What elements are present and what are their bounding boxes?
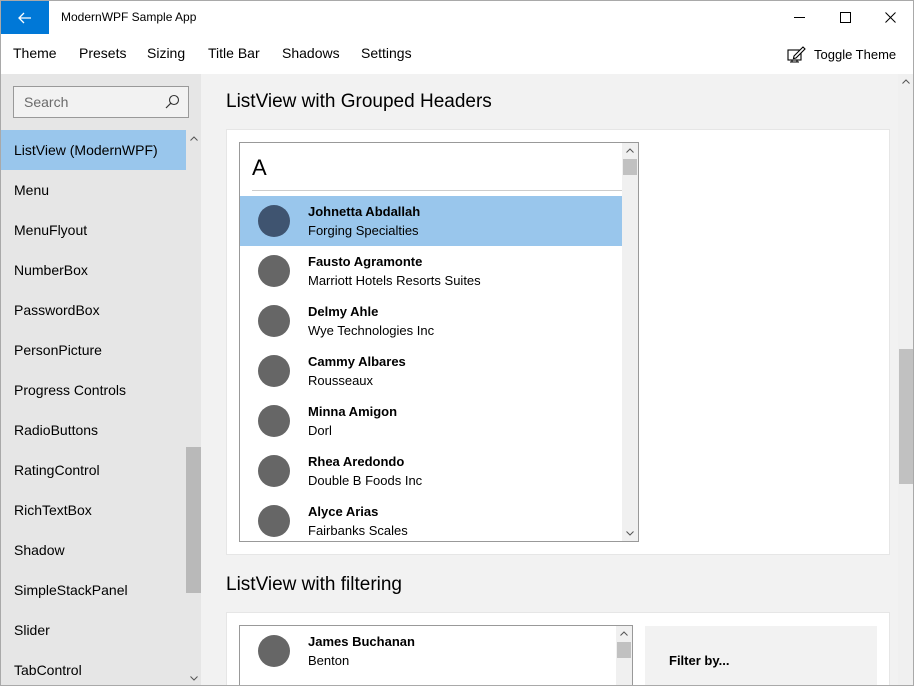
minimize-icon bbox=[793, 17, 805, 18]
list-item[interactable]: Johnetta Abdallah Forging Specialties bbox=[240, 196, 622, 246]
listview-scroll-thumb[interactable] bbox=[623, 159, 637, 175]
filter-section-card: James Buchanan Benton Filter by... bbox=[226, 612, 890, 685]
avatar bbox=[258, 505, 290, 537]
toggle-theme-label: Toggle Theme bbox=[814, 46, 897, 62]
chevron-up-icon[interactable] bbox=[189, 134, 199, 144]
person-name: Johnetta Abdallah bbox=[308, 204, 421, 219]
sidebar-item-slider[interactable]: Slider bbox=[1, 610, 186, 650]
chevron-down-icon[interactable] bbox=[625, 528, 635, 538]
sidebar-item-simplestackpanel[interactable]: SimpleStackPanel bbox=[1, 570, 186, 610]
person-company: Wye Technologies Inc bbox=[308, 323, 435, 338]
sidebar-item-radiobuttons[interactable]: RadioButtons bbox=[1, 410, 186, 450]
filter-listview[interactable]: James Buchanan Benton bbox=[239, 625, 633, 685]
person-company: Benton bbox=[308, 653, 350, 668]
toggle-theme-button[interactable]: Toggle Theme bbox=[787, 44, 896, 64]
menu-title-bar[interactable]: Title Bar bbox=[208, 45, 260, 61]
sidebar-item-richtextbox[interactable]: RichTextBox bbox=[1, 490, 186, 530]
avatar bbox=[258, 405, 290, 437]
list-item[interactable]: Minna Amigon Dorl bbox=[240, 396, 622, 446]
menu-theme[interactable]: Theme bbox=[13, 45, 57, 61]
person-company: Marriott Hotels Resorts Suites bbox=[308, 273, 481, 288]
app-title: ModernWPF Sample App bbox=[61, 10, 197, 24]
list-item[interactable]: Delmy Ahle Wye Technologies Inc bbox=[240, 296, 622, 346]
list-item[interactable]: James Buchanan Benton bbox=[240, 626, 622, 676]
sidebar-item-progress-controls[interactable]: Progress Controls bbox=[1, 370, 186, 410]
nav-list: ListView (ModernWPF) Menu MenuFlyout Num… bbox=[1, 130, 186, 685]
person-name: James Buchanan bbox=[308, 634, 415, 649]
chevron-down-icon[interactable] bbox=[189, 673, 199, 683]
close-icon bbox=[884, 12, 896, 23]
list-item[interactable]: Rhea Aredondo Double B Foods Inc bbox=[240, 446, 622, 496]
close-button[interactable] bbox=[867, 1, 913, 34]
avatar bbox=[258, 635, 290, 667]
grouped-section-card: A Johnetta Abdallah Forging Specialties … bbox=[226, 129, 890, 555]
grouped-section-title: ListView with Grouped Headers bbox=[226, 91, 492, 112]
filter-listview-scroll-thumb[interactable] bbox=[617, 642, 631, 658]
listview-scrollbar[interactable] bbox=[622, 143, 638, 541]
title-bar: ModernWPF Sample App bbox=[1, 1, 913, 34]
chevron-up-icon[interactable] bbox=[619, 629, 629, 639]
main-scroll-thumb[interactable] bbox=[899, 349, 913, 484]
group-header: A bbox=[252, 155, 267, 180]
grouped-listview[interactable]: A Johnetta Abdallah Forging Specialties … bbox=[239, 142, 639, 542]
sidebar-item-passwordbox[interactable]: PasswordBox bbox=[1, 290, 186, 330]
filter-panel: Filter by... bbox=[645, 626, 877, 685]
minimize-button[interactable] bbox=[776, 1, 822, 34]
sidebar-item-numberbox[interactable]: NumberBox bbox=[1, 250, 186, 290]
menu-presets[interactable]: Presets bbox=[79, 45, 126, 61]
avatar bbox=[258, 255, 290, 287]
maximize-icon bbox=[839, 12, 851, 23]
chevron-up-icon[interactable] bbox=[625, 146, 635, 156]
chevron-up-icon[interactable] bbox=[901, 77, 911, 87]
search-box[interactable] bbox=[13, 86, 189, 118]
person-name: Rhea Aredondo bbox=[308, 454, 405, 469]
main-scrollbar[interactable] bbox=[898, 74, 913, 685]
maximize-button[interactable] bbox=[822, 1, 868, 34]
sidebar-item-ratingcontrol[interactable]: RatingControl bbox=[1, 450, 186, 490]
person-name: Minna Amigon bbox=[308, 404, 398, 419]
app-window: ModernWPF Sample App Theme Presets Sizin… bbox=[0, 0, 914, 686]
sidebar-item-shadow[interactable]: Shadow bbox=[1, 530, 186, 570]
person-company: Dorl bbox=[308, 423, 332, 438]
avatar bbox=[258, 205, 290, 237]
search-icon[interactable] bbox=[164, 94, 180, 110]
sidebar-scrollbar[interactable] bbox=[186, 130, 201, 685]
list-item[interactable]: Fausto Agramonte Marriott Hotels Resorts… bbox=[240, 246, 622, 296]
person-name: Alyce Arias bbox=[308, 504, 379, 519]
person-name: Delmy Ahle bbox=[308, 304, 379, 319]
menu-shadows[interactable]: Shadows bbox=[282, 45, 340, 61]
sidebar-item-personpicture[interactable]: PersonPicture bbox=[1, 330, 186, 370]
list-item[interactable]: Cammy Albares Rousseaux bbox=[240, 346, 622, 396]
menu-bar: Theme Presets Sizing Title Bar Shadows S… bbox=[1, 34, 913, 74]
edit-theme-icon bbox=[787, 45, 806, 63]
person-name: Cammy Albares bbox=[308, 354, 406, 369]
menu-sizing[interactable]: Sizing bbox=[147, 45, 185, 61]
search-input[interactable] bbox=[14, 87, 162, 117]
filter-section-title: ListView with filtering bbox=[226, 574, 403, 595]
sidebar-item-listview[interactable]: ListView (ModernWPF) bbox=[1, 130, 186, 170]
content-area: ListView with Grouped Headers A Johnetta… bbox=[201, 74, 898, 685]
person-company: Rousseaux bbox=[308, 373, 374, 388]
sidebar-item-menuflyout[interactable]: MenuFlyout bbox=[1, 210, 186, 250]
person-company: Fairbanks Scales bbox=[308, 523, 408, 538]
avatar bbox=[258, 305, 290, 337]
filter-listview-scrollbar[interactable] bbox=[616, 626, 632, 685]
filter-title: Filter by... bbox=[669, 653, 730, 668]
back-button[interactable] bbox=[1, 1, 49, 34]
person-name: Fausto Agramonte bbox=[308, 254, 423, 269]
menu-settings[interactable]: Settings bbox=[361, 45, 412, 61]
sidebar-item-menu[interactable]: Menu bbox=[1, 170, 186, 210]
group-header-divider bbox=[252, 190, 622, 191]
avatar bbox=[258, 455, 290, 487]
sidebar-scroll-thumb[interactable] bbox=[186, 447, 201, 593]
arrow-left-icon bbox=[18, 12, 31, 23]
sidebar-item-tabcontrol[interactable]: TabControl bbox=[1, 650, 186, 685]
avatar bbox=[258, 355, 290, 387]
list-item[interactable]: Alyce Arias Fairbanks Scales bbox=[240, 496, 622, 541]
person-company: Forging Specialties bbox=[308, 223, 419, 238]
person-company: Double B Foods Inc bbox=[308, 473, 423, 488]
sidebar: ListView (ModernWPF) Menu MenuFlyout Num… bbox=[1, 74, 201, 685]
